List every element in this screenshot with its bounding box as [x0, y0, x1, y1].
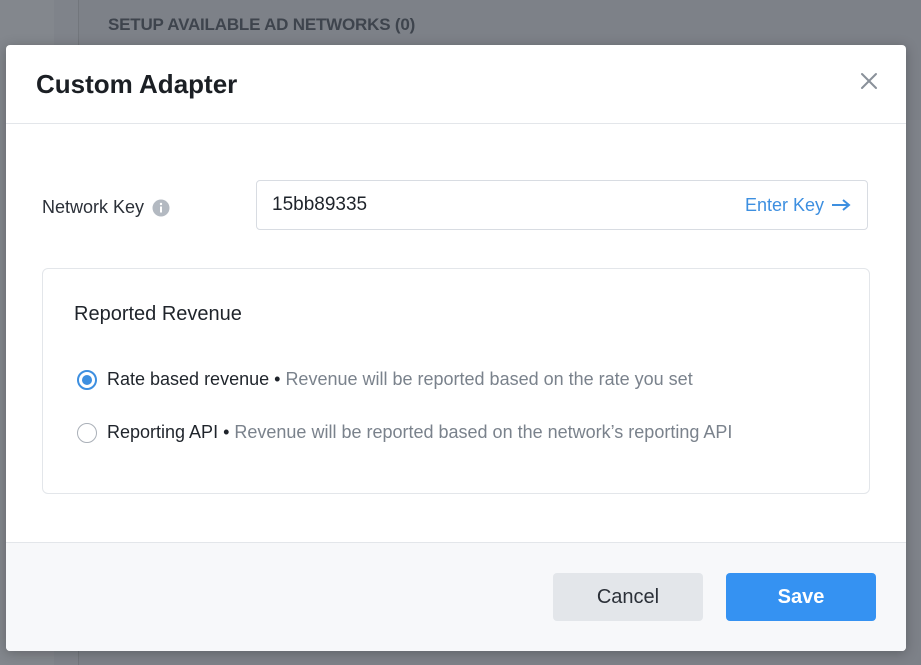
network-key-label: Network Key — [42, 197, 145, 217]
radio-button-unchecked[interactable] — [77, 422, 97, 443]
option-description: Revenue will be reported based on the ne… — [234, 422, 733, 442]
radio-button-checked[interactable] — [77, 369, 97, 390]
save-button[interactable]: Save — [726, 573, 876, 621]
enter-key-button[interactable]: Enter Key — [745, 195, 851, 216]
enter-key-label: Enter Key — [744, 194, 824, 215]
radio-option-rate-based[interactable]: Rate based revenue • Revenue will be rep… — [77, 369, 693, 390]
radio-option-reporting-api[interactable]: Reporting API • Revenue will be reported… — [77, 422, 732, 443]
option-name: Rate based revenue — [107, 369, 270, 389]
reported-revenue-title: Reported Revenue — [74, 303, 242, 325]
modal-header: Custom Adapter — [6, 45, 906, 124]
cancel-button[interactable]: Cancel — [553, 573, 703, 621]
option-description: Revenue will be reported based on the ra… — [285, 369, 693, 389]
close-button[interactable] — [858, 70, 880, 92]
modal-footer: Cancel Save — [6, 542, 906, 651]
modal-body: Network Key Enter Key Reported Revenue — [6, 124, 906, 542]
modal-title: Custom Adapter — [36, 69, 238, 99]
info-icon[interactable] — [152, 199, 170, 217]
network-key-field: Enter Key — [256, 180, 868, 230]
network-key-label-row: Network Key — [42, 197, 170, 218]
network-key-input[interactable] — [257, 180, 745, 230]
background-right-panel — [906, 120, 921, 560]
close-icon — [861, 73, 877, 89]
reported-revenue-panel: Reported Revenue Rate based revenue • Re… — [42, 268, 870, 494]
option-separator: • — [274, 369, 281, 389]
option-name: Reporting API — [107, 422, 219, 442]
option-separator: • — [223, 422, 230, 442]
arrow-right-icon — [832, 199, 851, 211]
background-section-header: SETUP AVAILABLE AD NETWORKS (0) — [108, 15, 416, 34]
custom-adapter-modal: Custom Adapter Network Key Enter Key — [6, 45, 906, 651]
